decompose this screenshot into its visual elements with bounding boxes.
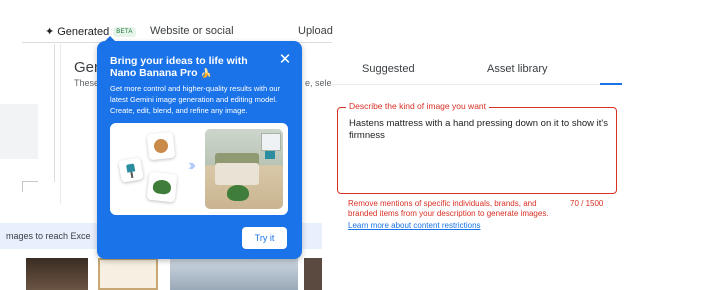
image-thumbnail[interactable] xyxy=(98,258,158,290)
tab-website-or-social[interactable]: Website or social xyxy=(150,25,234,37)
lamp-icon xyxy=(118,157,144,183)
beta-badge: BETA xyxy=(113,27,136,37)
panel-divider-secondary xyxy=(60,44,61,204)
promo-illustration: ››› xyxy=(110,123,288,215)
tab-suggested[interactable]: Suggested xyxy=(362,63,415,75)
beanbag-icon xyxy=(146,171,178,203)
banana-icon: 🍌 xyxy=(200,68,212,78)
tab-asset-library[interactable]: Asset library xyxy=(487,63,548,75)
learn-more-link[interactable]: Learn more about content restrictions xyxy=(348,221,481,231)
side-card xyxy=(0,104,38,159)
prompt-label: Describe the kind of image you want xyxy=(346,100,490,112)
bedroom-image xyxy=(205,129,283,209)
teddy-bear-icon xyxy=(146,131,176,161)
close-icon[interactable]: ✕ xyxy=(278,52,292,67)
character-counter: 70 / 1500 xyxy=(570,199,604,208)
source-tab-bar: ✦ Generated BETA Website or social Upload xyxy=(0,0,333,44)
popup-title: Bring your ideas to life with Nano Banan… xyxy=(110,55,275,79)
image-thumbnail[interactable] xyxy=(170,258,298,290)
popup-body: Get more control and higher-quality resu… xyxy=(110,84,281,115)
panel-divider xyxy=(54,44,55,182)
image-thumbnail[interactable] xyxy=(26,258,88,290)
chevron-right-icon: ››› xyxy=(188,157,196,174)
sparkle-icon: ✦ xyxy=(45,26,55,38)
tab-generated-label: Generated xyxy=(57,26,110,38)
prompt-input-value[interactable]: Hastens mattress with a hand pressing do… xyxy=(349,118,609,142)
tab-upload[interactable]: Upload xyxy=(298,25,333,37)
image-thumbnail[interactable] xyxy=(304,258,322,290)
promo-popup: Bring your ideas to life with Nano Banan… xyxy=(97,41,302,259)
active-tab-indicator xyxy=(600,83,622,85)
error-helper-text: Remove mentions of specific individuals,… xyxy=(348,199,549,218)
popup-title-text: Bring your ideas to life with Nano Banan… xyxy=(110,55,248,79)
tab-divider xyxy=(330,84,622,85)
background-subtitle-right: e, sele xyxy=(305,78,332,88)
background-subtitle: These xyxy=(74,78,100,88)
tab-generated[interactable]: ✦ Generated BETA xyxy=(45,25,136,38)
try-it-button[interactable]: Try it xyxy=(242,227,287,249)
side-box xyxy=(22,181,38,192)
